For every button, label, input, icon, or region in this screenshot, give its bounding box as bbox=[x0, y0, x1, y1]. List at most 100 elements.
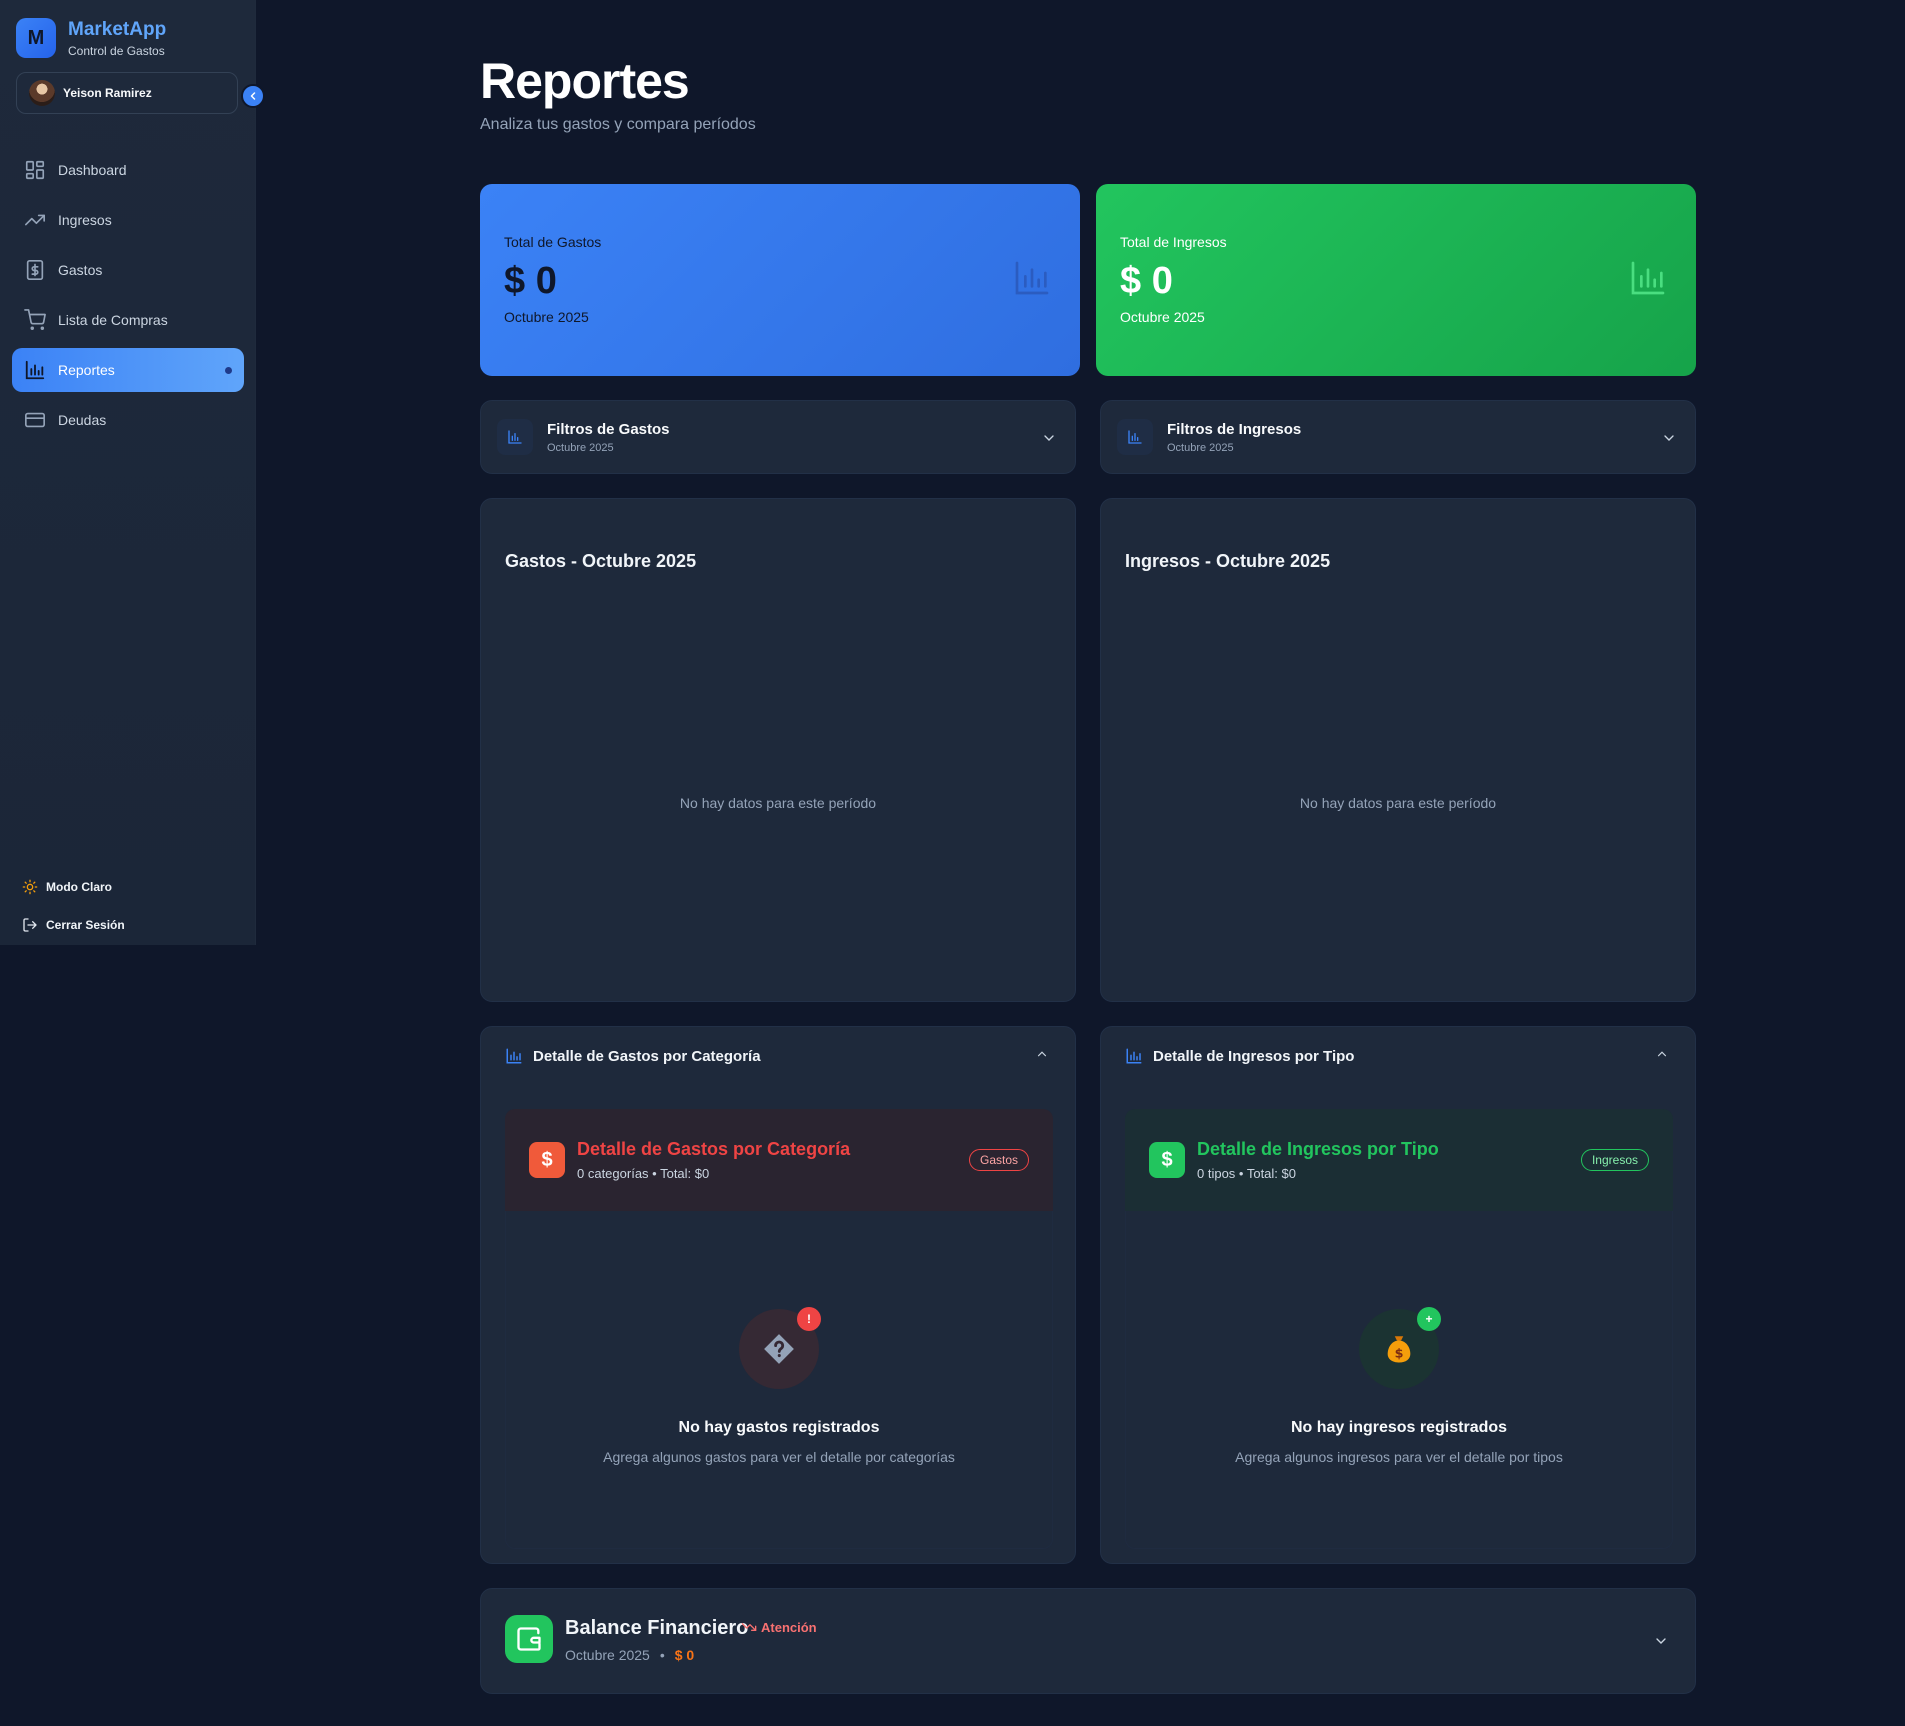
chart-title: Ingresos - Octubre 2025 bbox=[1125, 551, 1331, 571]
chevron-down-icon bbox=[1653, 1633, 1669, 1649]
filter-title: Filtros de Gastos bbox=[547, 420, 670, 438]
page-subtitle: Analiza tus gastos y compara períodos bbox=[480, 116, 756, 133]
detail-summary: 0 tipos • Total: $0 bbox=[1197, 1166, 1296, 1181]
detail-panel-header: $ Detalle de Gastos por Categoría 0 cate… bbox=[505, 1109, 1053, 1211]
bar-chart-icon bbox=[1628, 258, 1668, 298]
brand[interactable]: M MarketApp Control de Gastos bbox=[16, 18, 166, 58]
user-name: Yeison Ramirez bbox=[63, 86, 152, 100]
dollar-icon: $ bbox=[529, 1142, 565, 1178]
empty-state-illustration: ! bbox=[739, 1307, 821, 1389]
detail-summary: 0 categorías • Total: $0 bbox=[577, 1166, 710, 1181]
sidebar-item-deudas[interactable]: Deudas bbox=[12, 398, 244, 442]
dashboard-icon bbox=[24, 159, 46, 181]
active-indicator-dot bbox=[225, 367, 232, 374]
balance-period: Octubre 2025 bbox=[565, 1647, 650, 1663]
sidebar-collapse-button[interactable] bbox=[241, 84, 265, 108]
detail-section-header[interactable]: Detalle de Ingresos por Tipo bbox=[1125, 1047, 1354, 1065]
question-diamond-icon bbox=[762, 1332, 796, 1366]
detail-title: Detalle de Ingresos por Tipo bbox=[1197, 1139, 1439, 1159]
sidebar-item-lista-de-compras[interactable]: Lista de Compras bbox=[12, 298, 244, 342]
sidebar-item-label: Dashboard bbox=[58, 162, 127, 178]
chevron-left-icon bbox=[247, 90, 259, 102]
app-subtitle: Control de Gastos bbox=[68, 43, 165, 58]
balance-summary: Octubre 2025 • $ 0 bbox=[565, 1647, 694, 1663]
detail-section-header[interactable]: Detalle de Gastos por Categoría bbox=[505, 1047, 761, 1065]
sidebar-item-label: Gastos bbox=[58, 262, 103, 278]
empty-state-description: Agrega algunos gastos para ver el detall… bbox=[603, 1449, 955, 1465]
detail-section-title: Detalle de Ingresos por Tipo bbox=[1153, 1047, 1355, 1065]
chevron-up-icon[interactable] bbox=[1655, 1047, 1669, 1061]
sidebar-item-dashboard[interactable]: Dashboard bbox=[12, 148, 244, 192]
sun-icon bbox=[22, 879, 38, 895]
kpi-label: Total de Ingresos bbox=[1120, 234, 1227, 250]
chevron-down-icon bbox=[1661, 430, 1677, 446]
kpi-period: Octubre 2025 bbox=[1120, 309, 1205, 325]
trending-up-icon bbox=[24, 209, 46, 231]
sidebar-item-label: Ingresos bbox=[58, 212, 112, 228]
theme-toggle-button[interactable]: Modo Claro bbox=[22, 868, 125, 906]
balance-amount: $ 0 bbox=[674, 1647, 695, 1663]
kpi-label: Total de Gastos bbox=[504, 234, 602, 250]
sidebar-item-gastos[interactable]: Gastos bbox=[12, 248, 244, 292]
total-income-card: Total de Ingresos $ 0 Octubre 2025 bbox=[1096, 184, 1696, 376]
bar-chart-icon bbox=[1125, 1047, 1143, 1065]
chevron-up-icon[interactable] bbox=[1035, 1047, 1049, 1061]
receipt-dollar-icon bbox=[24, 259, 46, 281]
income-chart-card: Ingresos - Octubre 2025 No hay datos par… bbox=[1100, 498, 1696, 1002]
svg-text:$: $ bbox=[1395, 1347, 1404, 1362]
sidebar-item-reportes[interactable]: Reportes bbox=[12, 348, 244, 392]
detail-panel: $ Detalle de Gastos por Categoría 0 cate… bbox=[505, 1109, 1053, 1549]
brand-logo: M bbox=[16, 18, 56, 58]
bar-chart-icon bbox=[505, 1047, 523, 1065]
page-title: Reportes bbox=[480, 53, 690, 109]
kpi-period: Octubre 2025 bbox=[504, 309, 589, 325]
kpi-value: $ 0 bbox=[504, 260, 557, 302]
filter-title: Filtros de Ingresos bbox=[1167, 420, 1302, 438]
kpi-value: $ 0 bbox=[1120, 260, 1173, 302]
money-bag-icon: $ bbox=[1382, 1332, 1416, 1366]
chart-empty-message: No hay datos para este período bbox=[679, 795, 877, 811]
detail-title: Detalle de Gastos por Categoría bbox=[577, 1139, 851, 1159]
sidebar-nav: Dashboard Ingresos Gastos Lista de Compr… bbox=[12, 148, 244, 448]
trending-down-icon bbox=[741, 1619, 757, 1635]
logout-icon bbox=[22, 917, 38, 933]
chevron-down-icon bbox=[1041, 430, 1057, 446]
empty-state-title: No hay ingresos registrados bbox=[1290, 1419, 1508, 1436]
filter-icon-box bbox=[497, 419, 533, 455]
filter-period: Octubre 2025 bbox=[547, 441, 614, 454]
plus-badge: + bbox=[1417, 1307, 1441, 1331]
income-detail-card: Detalle de Ingresos por Tipo $ Detalle d… bbox=[1100, 1026, 1696, 1564]
balance-alert-label: Atención bbox=[761, 1619, 817, 1635]
dollar-icon: $ bbox=[1149, 1142, 1185, 1178]
expenses-filter-toggle[interactable]: Filtros de Gastos Octubre 2025 bbox=[480, 400, 1076, 474]
financial-balance-card[interactable]: Balance Financiero Atención Octubre 2025… bbox=[480, 1588, 1696, 1694]
type-badge: Gastos bbox=[968, 1149, 1029, 1171]
chart-empty-message: No hay datos para este período bbox=[1299, 795, 1497, 811]
empty-state-title: No hay gastos registrados bbox=[678, 1419, 880, 1436]
bar-chart-icon bbox=[1127, 429, 1143, 445]
logout-button[interactable]: Cerrar Sesión bbox=[22, 906, 125, 944]
detail-panel-header: $ Detalle de Ingresos por Tipo 0 tipos •… bbox=[1125, 1109, 1673, 1211]
income-filter-toggle[interactable]: Filtros de Ingresos Octubre 2025 bbox=[1100, 400, 1696, 474]
user-card[interactable]: Yeison Ramirez bbox=[16, 72, 238, 114]
filter-period: Octubre 2025 bbox=[1167, 441, 1234, 454]
empty-state-illustration: $ + bbox=[1359, 1307, 1441, 1389]
balance-alert: Atención bbox=[741, 1619, 817, 1635]
app-name: MarketApp bbox=[68, 18, 167, 40]
avatar bbox=[29, 80, 55, 106]
sidebar: M MarketApp Control de Gastos Yeison Ram… bbox=[0, 0, 265, 945]
balance-title: Balance Financiero bbox=[565, 1617, 749, 1639]
sidebar-item-label: Reportes bbox=[58, 362, 115, 378]
bar-chart-icon bbox=[1012, 258, 1052, 298]
detail-panel: $ Detalle de Ingresos por Tipo 0 tipos •… bbox=[1125, 1109, 1673, 1549]
balance-separator: • bbox=[659, 1647, 665, 1663]
sidebar-footer: Modo Claro Cerrar Sesión bbox=[22, 868, 125, 944]
bar-chart-icon bbox=[507, 429, 523, 445]
total-expenses-card: Total de Gastos $ 0 Octubre 2025 bbox=[480, 184, 1080, 376]
credit-card-icon bbox=[24, 409, 46, 431]
filter-icon-box bbox=[1117, 419, 1153, 455]
sidebar-item-label: Deudas bbox=[58, 412, 107, 428]
cart-icon bbox=[24, 309, 46, 331]
chart-title: Gastos - Octubre 2025 bbox=[505, 551, 697, 571]
sidebar-item-ingresos[interactable]: Ingresos bbox=[12, 198, 244, 242]
